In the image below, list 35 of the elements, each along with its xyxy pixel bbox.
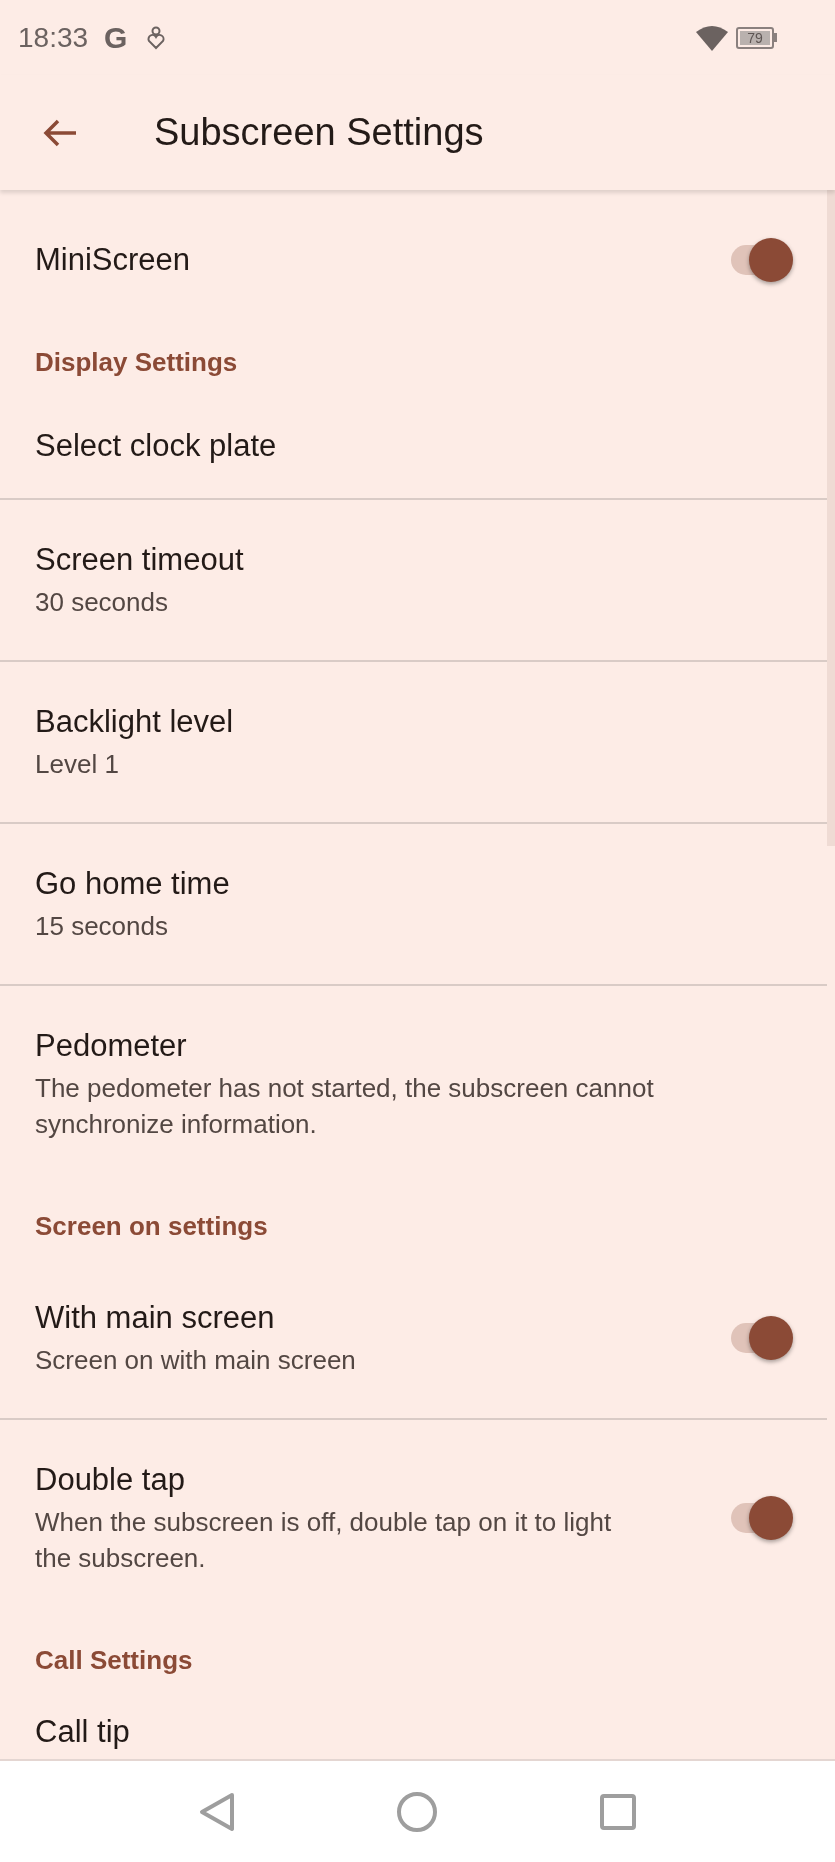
item-summary: Screen on with main screen xyxy=(35,1344,357,1377)
settings-row[interactable]: Pedometer The pedometer has not started, the subscreen cannot synchronize information. xyxy=(0,986,827,1182)
item-title: Select clock plate xyxy=(35,427,278,465)
back-triangle-icon[interactable] xyxy=(198,1790,236,1833)
item-title: Double tap xyxy=(35,1461,186,1499)
item-title: Screen timeout xyxy=(35,541,245,579)
item-summary: 30 seconds xyxy=(35,586,169,619)
settings-row[interactable]: Double tap When the subscreen is off, double tap on it to light the subscreen. xyxy=(0,1420,827,1616)
wifi-icon xyxy=(696,24,728,51)
item-title: Backlight level xyxy=(35,703,235,741)
item-summary: Level 1 xyxy=(35,748,120,781)
section-header: Screen on settings xyxy=(35,1211,268,1241)
status-g-letter: G xyxy=(104,20,128,56)
item-summary: When the subscreen is off, double tap on it to light the subscreen. xyxy=(35,1506,613,1575)
scrollbar[interactable] xyxy=(827,190,835,846)
screen-title: Subscreen Settings xyxy=(154,110,484,155)
section-header: Call Settings xyxy=(35,1645,193,1675)
heart-person-icon xyxy=(147,25,166,50)
settings-row[interactable]: Call tip xyxy=(0,1692,827,1756)
item-title: Go home time xyxy=(35,865,231,903)
section-header: Display Settings xyxy=(35,347,238,377)
item-title: MiniScreen xyxy=(35,241,192,279)
recents-square-icon[interactable] xyxy=(599,1792,637,1831)
item-summary: The pedometer has not started, the subscreen cannot synchronize information. xyxy=(35,1072,655,1141)
settings-row[interactable]: MiniScreen xyxy=(0,190,827,318)
item-summary: 15 seconds xyxy=(35,910,169,943)
item-title: Call tip xyxy=(35,1713,131,1751)
home-circle-icon[interactable] xyxy=(396,1790,438,1833)
battery-icon: 79 xyxy=(736,26,777,49)
settings-row[interactable]: With main screen Screen on with main screen xyxy=(0,1258,827,1420)
settings-row[interactable]: Go home time 15 seconds xyxy=(0,824,827,986)
item-title: Pedometer xyxy=(35,1027,188,1065)
item-title: With main screen xyxy=(35,1299,276,1337)
back-arrow-icon xyxy=(42,117,78,148)
status-time: 18:33 xyxy=(18,20,89,55)
